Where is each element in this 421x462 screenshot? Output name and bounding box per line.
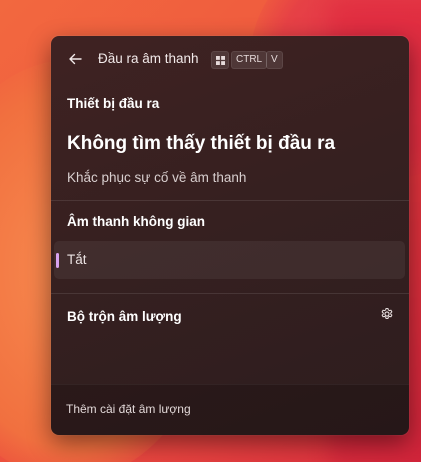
back-button[interactable] (65, 49, 85, 69)
divider (51, 200, 409, 201)
back-arrow-icon (69, 53, 82, 65)
spatial-sound-option-off[interactable]: Tắt (54, 241, 405, 279)
spatial-sound-section-label: Âm thanh không gian (67, 214, 205, 229)
page-title: Đầu ra âm thanh (98, 51, 199, 66)
flyout-footer: Thêm cài đặt âm lượng (51, 384, 409, 435)
sound-output-flyout: Đầu ra âm thanh CTRL V Thiết bị đầu ra K… (51, 36, 409, 435)
windows-logo-icon (211, 51, 229, 69)
no-output-device-message: Không tìm thấy thiết bị đầu ra (67, 133, 336, 154)
volume-mixer-settings-button[interactable] (379, 306, 395, 322)
flyout-header: Đầu ra âm thanh CTRL V (51, 36, 409, 82)
volume-mixer-section-label: Bộ trộn âm lượng (67, 309, 182, 324)
selection-indicator (56, 253, 59, 268)
divider (51, 293, 409, 294)
gear-icon (381, 307, 393, 320)
spatial-sound-option-label: Tắt (67, 252, 87, 267)
troubleshoot-sound-link[interactable]: Khắc phục sự cố về âm thanh (67, 170, 246, 185)
shortcut-key-ctrl: CTRL (231, 51, 268, 69)
shortcut-key-v: V (266, 51, 283, 69)
more-volume-settings-link[interactable]: Thêm cài đặt âm lượng (66, 402, 191, 416)
output-device-section-label: Thiết bị đầu ra (67, 96, 160, 111)
